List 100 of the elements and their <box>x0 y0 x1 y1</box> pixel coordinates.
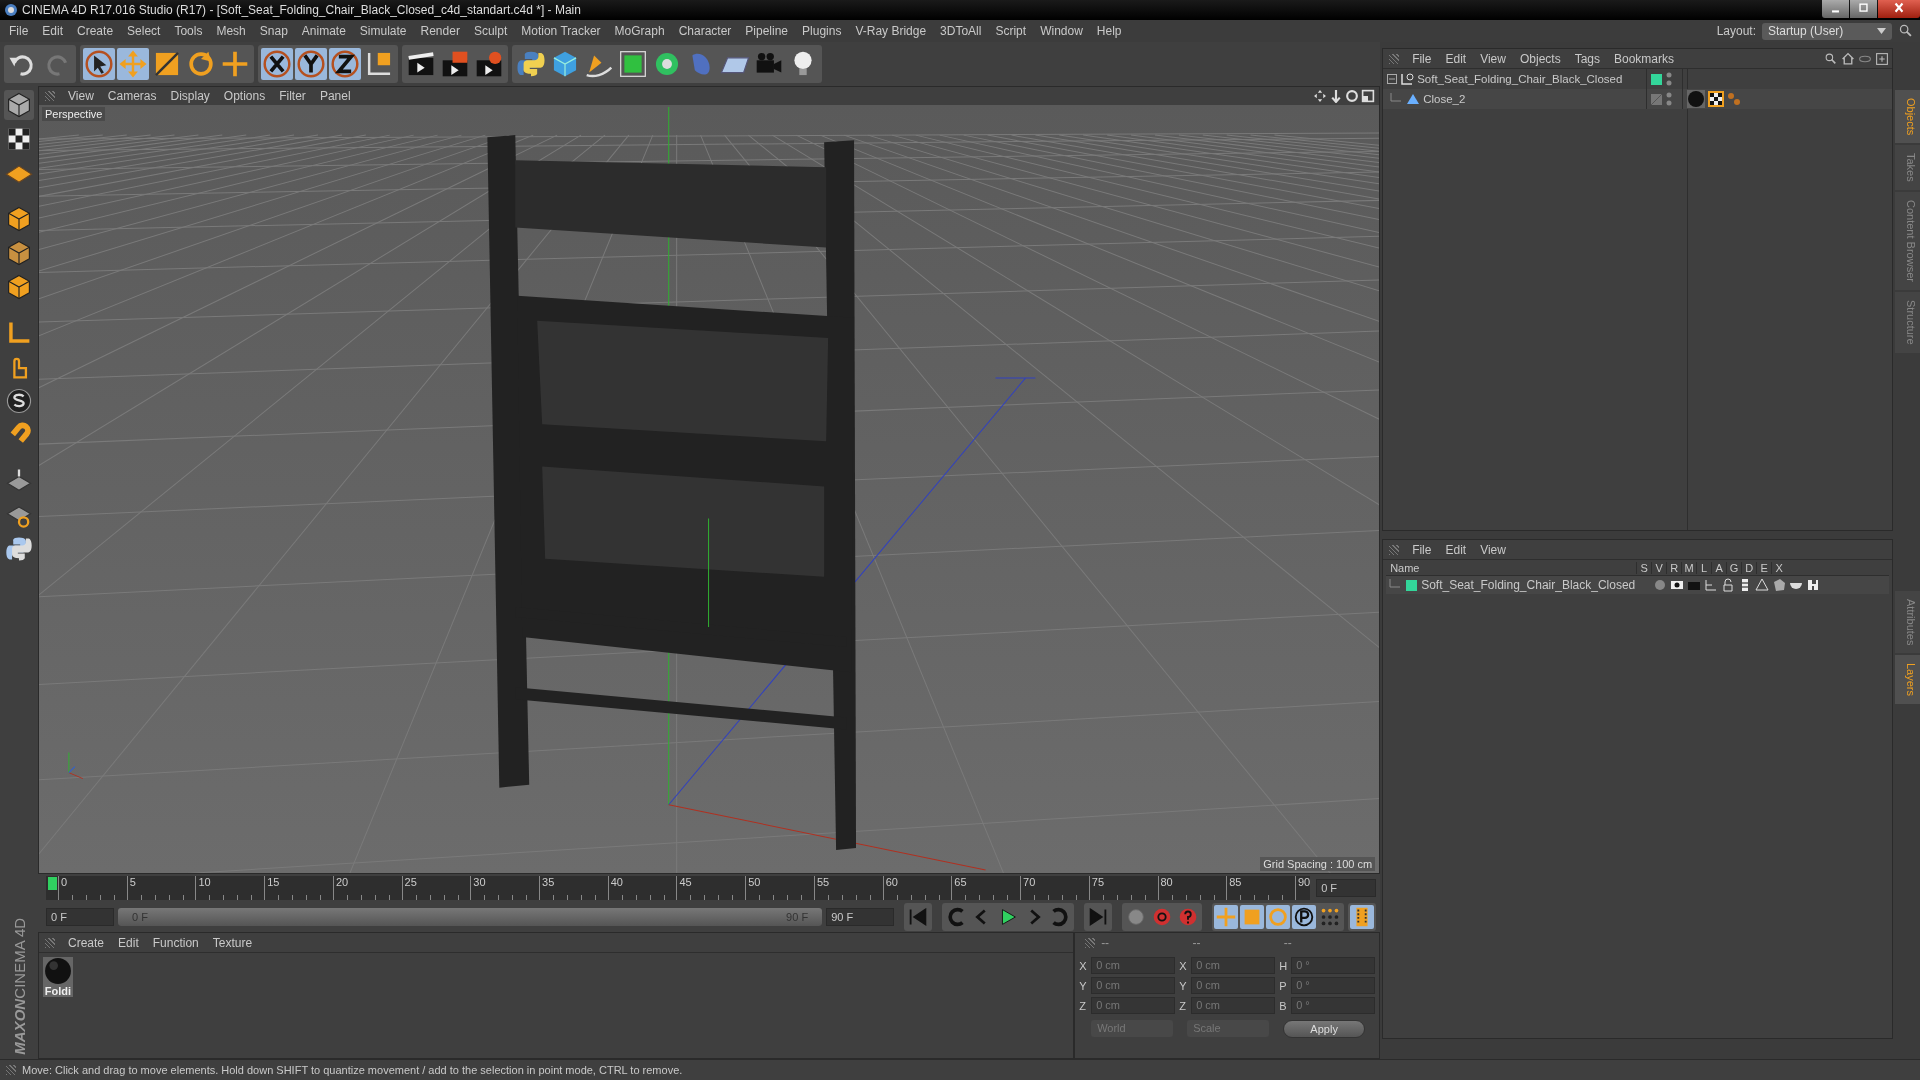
solo-toggle-icon[interactable] <box>1653 578 1668 592</box>
x-axis-icon[interactable] <box>261 48 293 80</box>
search-icon[interactable] <box>1898 23 1914 39</box>
menu-item[interactable]: Snap <box>252 24 295 38</box>
menu-item[interactable]: File <box>1405 51 1439 66</box>
panel-grip-icon[interactable] <box>45 937 55 948</box>
minimize-button-icon[interactable] <box>1822 0 1849 18</box>
visibility-dots-icon[interactable] <box>1666 72 1673 86</box>
maximize-view-icon[interactable] <box>1361 89 1376 103</box>
menu-item[interactable]: Simulate <box>352 24 414 38</box>
collapse-toggle-icon[interactable] <box>1387 74 1398 84</box>
layer-color-swatch[interactable] <box>1651 93 1663 105</box>
orbit-icon[interactable] <box>1345 89 1360 103</box>
menu-item[interactable]: View <box>61 89 101 103</box>
menu-item[interactable]: Edit <box>1438 51 1474 66</box>
key-parameter-icon[interactable] <box>1292 905 1317 929</box>
y-axis-icon[interactable] <box>295 48 327 80</box>
playhead-marker[interactable] <box>48 877 57 890</box>
timeline-film-icon[interactable] <box>1350 905 1375 929</box>
close-icon[interactable] <box>1878 0 1920 18</box>
current-frame-field[interactable]: 0 F <box>1316 879 1377 897</box>
visible-toggle-icon[interactable] <box>1670 578 1685 592</box>
timeline-ruler[interactable]: 0 5 10 15 20 25 30 35 40 45 50 55 60 65 70 75 80 85 90 <box>46 876 1311 900</box>
start-frame-field[interactable]: 0 F <box>46 908 114 926</box>
menu-item[interactable]: Render <box>413 24 467 38</box>
panel-grip-icon[interactable] <box>1085 938 1096 948</box>
menu-item[interactable]: Window <box>1033 24 1090 38</box>
model-mode-icon[interactable] <box>4 90 34 120</box>
column-header[interactable]: L <box>1696 561 1712 574</box>
menu-item[interactable]: Plugins <box>795 24 849 38</box>
xref-toggle-icon[interactable] <box>1806 578 1821 592</box>
search-icon[interactable] <box>1824 51 1839 66</box>
menu-item[interactable]: Texture <box>205 935 260 950</box>
menu-item[interactable]: Create <box>61 935 112 950</box>
layout-dropdown[interactable]: Startup (User) <box>1762 22 1892 40</box>
material-item[interactable]: Foldi <box>43 957 73 997</box>
menu-item[interactable]: Help <box>1089 24 1129 38</box>
column-header[interactable]: D <box>1741 561 1757 574</box>
column-header[interactable]: X <box>1771 561 1787 574</box>
menu-item[interactable]: Create <box>70 24 121 38</box>
z-axis-icon[interactable] <box>329 48 361 80</box>
menu-item[interactable]: Edit <box>35 24 71 38</box>
menu-item[interactable]: Pipeline <box>738 24 796 38</box>
menu-item[interactable]: 3DToAll <box>933 24 989 38</box>
locked-toggle-icon[interactable] <box>1721 578 1736 592</box>
layer-color-swatch[interactable] <box>1406 579 1418 591</box>
panel-grip-icon[interactable] <box>1389 53 1400 64</box>
menu-item[interactable]: Objects <box>1512 51 1568 66</box>
menu-item[interactable]: Tags <box>1567 51 1607 66</box>
menu-item[interactable]: Tools <box>167 24 210 38</box>
texture-tag-icon[interactable] <box>1708 91 1725 107</box>
home-icon[interactable] <box>1841 51 1856 66</box>
panel-grip-icon[interactable] <box>1389 544 1400 555</box>
side-tab[interactable]: Objects <box>1895 90 1920 144</box>
key-position-icon[interactable] <box>1214 905 1239 929</box>
menu-item[interactable]: Filter <box>272 89 313 103</box>
apply-button[interactable]: Apply <box>1283 1020 1366 1038</box>
column-header[interactable]: S <box>1636 561 1652 574</box>
menu-item[interactable]: Bookmarks <box>1607 51 1682 66</box>
key-rotation-icon[interactable] <box>1266 905 1291 929</box>
panel-grip-icon[interactable] <box>6 1065 16 1075</box>
menu-item[interactable]: V-Ray Bridge <box>848 24 934 38</box>
menu-item[interactable]: MoGraph <box>607 24 672 38</box>
menu-item[interactable]: Motion Tracker <box>514 24 608 38</box>
column-header[interactable]: G <box>1726 561 1742 574</box>
subdivision-cube-icon[interactable] <box>617 48 649 80</box>
maximize-button-icon[interactable] <box>1850 0 1877 18</box>
deformers-toggle-icon[interactable] <box>1772 578 1787 592</box>
menu-item[interactable]: Display <box>163 89 217 103</box>
menu-item[interactable]: Panel <box>312 89 358 103</box>
key-scale-icon[interactable] <box>1240 905 1265 929</box>
select-arrow-icon[interactable] <box>83 48 115 80</box>
column-header[interactable]: A <box>1711 561 1727 574</box>
menu-item[interactable]: Animate <box>294 24 353 38</box>
menu-item[interactable]: Character <box>671 24 739 38</box>
end-frame-field[interactable]: 90 F <box>826 908 895 926</box>
manager-toggle-icon[interactable] <box>1704 578 1719 592</box>
new-panel-icon[interactable] <box>1875 51 1890 66</box>
menu-item[interactable]: File <box>2 24 36 38</box>
visibility-dots-icon[interactable] <box>1666 92 1673 106</box>
menu-item[interactable]: Edit <box>111 935 146 950</box>
column-header[interactable]: E <box>1756 561 1772 574</box>
pan-icon[interactable] <box>1313 89 1328 103</box>
menu-item[interactable]: Edit <box>1438 542 1474 557</box>
solo-icon[interactable] <box>4 386 34 416</box>
menu-item[interactable]: Options <box>216 89 273 103</box>
menu-item[interactable]: File <box>1405 542 1439 557</box>
layer-color-swatch[interactable] <box>1651 73 1663 85</box>
column-header[interactable]: M <box>1681 561 1697 574</box>
menu-item[interactable]: Function <box>145 935 206 950</box>
menu-item[interactable]: View <box>1473 51 1513 66</box>
object-name[interactable]: Close_2 <box>1423 93 1466 105</box>
object-name[interactable]: Soft_Seat_Folding_Chair_Black_Closed <box>1417 73 1623 85</box>
menu-item[interactable]: Sculpt <box>466 24 515 38</box>
panel-grip-icon[interactable] <box>45 91 55 101</box>
menu-item[interactable]: Cameras <box>100 89 164 103</box>
menu-item[interactable]: Select <box>120 24 168 38</box>
side-tab[interactable]: Layers <box>1895 655 1920 705</box>
column-header[interactable]: V <box>1651 561 1667 574</box>
column-header[interactable]: R <box>1666 561 1682 574</box>
